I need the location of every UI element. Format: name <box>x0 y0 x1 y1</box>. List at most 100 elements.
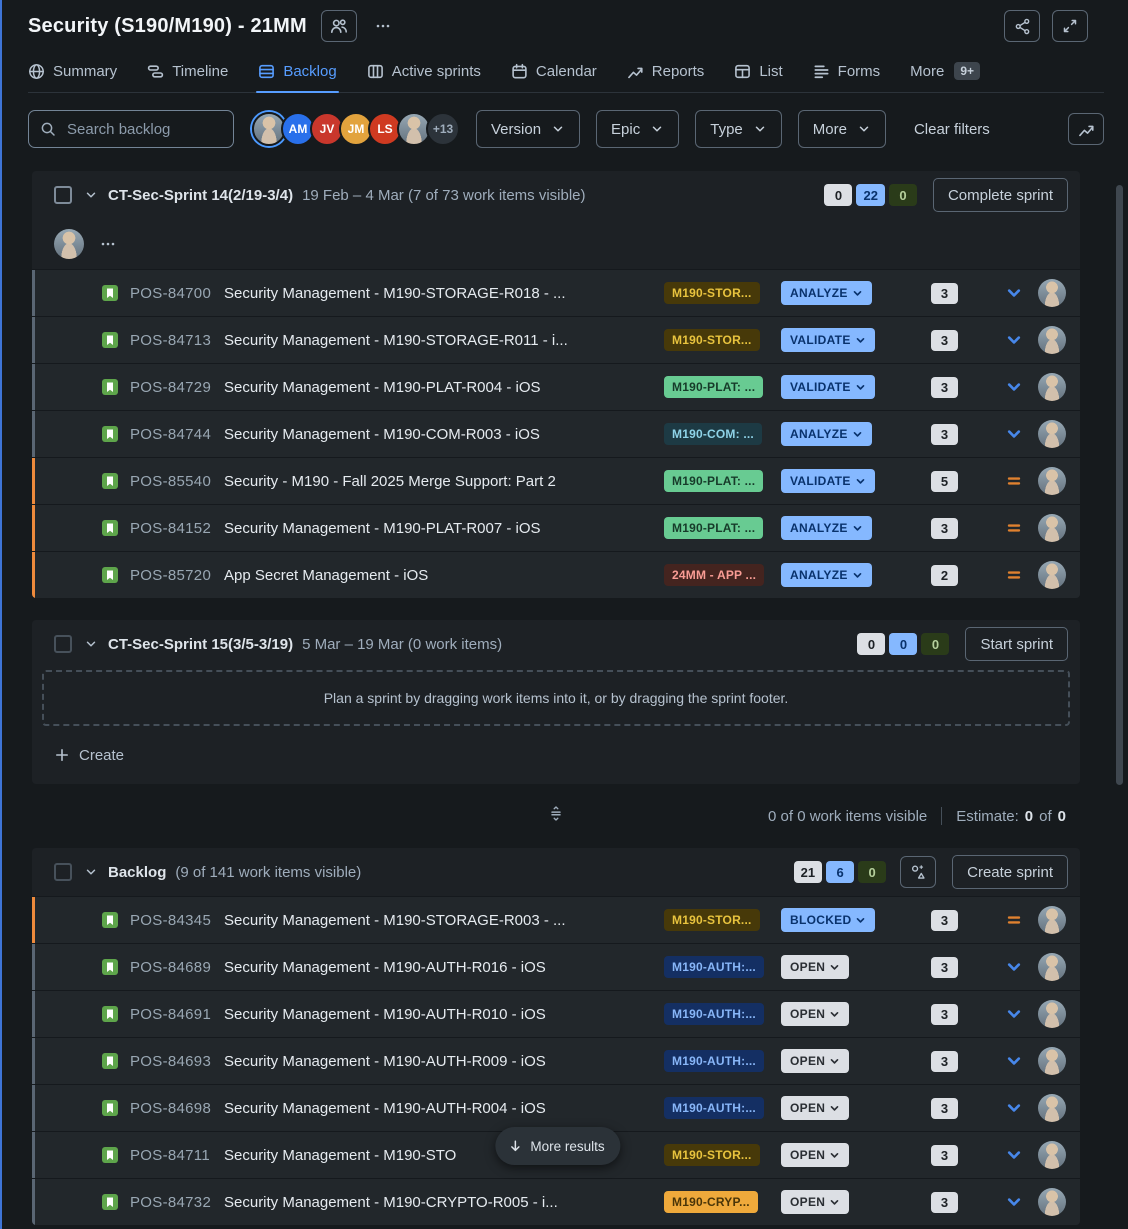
status-dropdown[interactable]: VALIDATE <box>781 375 875 399</box>
epic-tag[interactable]: M190-CRYP... <box>664 1191 758 1213</box>
tab-reports[interactable]: Reports <box>627 50 705 92</box>
avatar-overflow-count[interactable]: +13 <box>426 112 460 146</box>
collapse-sprint-button[interactable] <box>84 637 98 651</box>
status-dropdown[interactable]: VALIDATE <box>781 328 875 352</box>
assignee-avatar[interactable] <box>1038 420 1066 448</box>
shapes-button[interactable] <box>900 856 936 888</box>
status-dropdown[interactable]: OPEN <box>781 1002 849 1026</box>
status-dropdown[interactable]: VALIDATE <box>781 469 875 493</box>
epic-tag[interactable]: M190-AUTH:... <box>664 956 764 978</box>
issue-row[interactable]: POS-85540Security - M190 - Fall 2025 Mer… <box>32 457 1080 504</box>
epic-tag[interactable]: M190-STOR... <box>664 909 760 931</box>
drag-handle[interactable] <box>546 805 566 828</box>
status-dropdown[interactable]: ANALYZE <box>781 516 872 540</box>
issue-row[interactable]: POS-84689Security Management - M190-AUTH… <box>32 943 1080 990</box>
complete-sprint-button[interactable]: Complete sprint <box>933 178 1068 212</box>
assignee-avatar[interactable] <box>1038 1047 1066 1075</box>
issue-title[interactable]: Security Management - M190-COM-R003 - iO… <box>224 426 656 443</box>
tab-calendar[interactable]: Calendar <box>511 50 597 92</box>
more-filter-dropdown[interactable]: More <box>798 110 886 148</box>
issue-title[interactable]: Security Management - M190-STORAGE-R018 … <box>224 285 656 302</box>
story-points-badge[interactable]: 3 <box>931 1145 958 1166</box>
status-dropdown[interactable]: OPEN <box>781 1143 849 1167</box>
assignee-avatar[interactable] <box>1038 373 1066 401</box>
assignee-avatar[interactable] <box>1038 561 1066 589</box>
swimlane-more-icon[interactable] <box>100 236 116 252</box>
tab-list[interactable]: List <box>734 50 782 92</box>
status-dropdown[interactable]: ANALYZE <box>781 281 872 305</box>
sprint-name[interactable]: CT-Sec-Sprint 14(2/19-3/4) <box>108 187 293 204</box>
swimlane-avatar[interactable] <box>54 229 84 259</box>
collapse-sprint-button[interactable] <box>84 188 98 202</box>
epic-tag[interactable]: M190-PLAT: ... <box>664 470 763 492</box>
project-more-button[interactable] <box>375 18 391 34</box>
issue-row[interactable]: POS-84744Security Management - M190-COM-… <box>32 410 1080 457</box>
clear-filters-button[interactable]: Clear filters <box>908 120 996 139</box>
story-points-badge[interactable]: 3 <box>931 1098 958 1119</box>
epic-tag[interactable]: M190-AUTH:... <box>664 1097 764 1119</box>
start-sprint-button[interactable]: Start sprint <box>965 627 1068 661</box>
issue-title[interactable]: Security Management - M190-STORAGE-R003 … <box>224 912 656 929</box>
search-backlog[interactable] <box>28 110 234 148</box>
epic-tag[interactable]: M190-AUTH:... <box>664 1003 764 1025</box>
assignee-avatar[interactable] <box>1038 1000 1066 1028</box>
tab-active-sprints[interactable]: Active sprints <box>367 50 481 92</box>
version-filter-dropdown[interactable]: Version <box>476 110 580 148</box>
sprint-select-checkbox[interactable] <box>54 635 72 653</box>
story-points-badge[interactable]: 5 <box>931 471 958 492</box>
story-points-badge[interactable]: 3 <box>931 330 958 351</box>
fullscreen-button[interactable] <box>1052 10 1088 42</box>
story-points-badge[interactable]: 3 <box>931 518 958 539</box>
issue-title[interactable]: Security - M190 - Fall 2025 Merge Suppor… <box>224 473 656 490</box>
issue-row[interactable]: POS-84732Security Management - M190-CRYP… <box>32 1178 1080 1225</box>
story-points-badge[interactable]: 3 <box>931 283 958 304</box>
assignee-avatar[interactable] <box>1038 279 1066 307</box>
issue-row[interactable]: POS-84345Security Management - M190-STOR… <box>32 896 1080 943</box>
assignee-avatar[interactable] <box>1038 906 1066 934</box>
epic-filter-dropdown[interactable]: Epic <box>596 110 679 148</box>
insights-button[interactable] <box>1068 113 1104 145</box>
tab-forms[interactable]: Forms <box>813 50 881 92</box>
epic-tag[interactable]: M190-STOR... <box>664 282 760 304</box>
more-results-button[interactable]: More results <box>495 1127 620 1165</box>
issue-row[interactable]: POS-84691Security Management - M190-AUTH… <box>32 990 1080 1037</box>
assignee-avatar[interactable] <box>1038 1094 1066 1122</box>
backlog-name[interactable]: Backlog <box>108 864 166 881</box>
status-dropdown[interactable]: ANALYZE <box>781 422 872 446</box>
story-points-badge[interactable]: 3 <box>931 1192 958 1213</box>
epic-tag[interactable]: M190-AUTH:... <box>664 1050 764 1072</box>
epic-tag[interactable]: M190-PLAT: ... <box>664 376 763 398</box>
status-dropdown[interactable]: OPEN <box>781 1190 849 1214</box>
issue-title[interactable]: App Secret Management - iOS <box>224 567 656 584</box>
story-points-badge[interactable]: 3 <box>931 957 958 978</box>
issue-title[interactable]: Security Management - M190-STORAGE-R011 … <box>224 332 656 349</box>
issue-title[interactable]: Security Management - M190-PLAT-R004 - i… <box>224 379 656 396</box>
status-dropdown[interactable]: BLOCKED <box>781 908 875 932</box>
share-button[interactable] <box>1004 10 1040 42</box>
status-dropdown[interactable]: OPEN <box>781 955 849 979</box>
issue-row[interactable]: POS-84729Security Management - M190-PLAT… <box>32 363 1080 410</box>
story-points-badge[interactable]: 3 <box>931 377 958 398</box>
issue-title[interactable]: Security Management - M190-CRYPTO-R005 -… <box>224 1194 656 1211</box>
status-dropdown[interactable]: ANALYZE <box>781 563 872 587</box>
search-input[interactable] <box>65 120 222 139</box>
epic-tag[interactable]: M190-STOR... <box>664 329 760 351</box>
epic-tag[interactable]: M190-STOR... <box>664 1144 760 1166</box>
tab-backlog[interactable]: Backlog <box>258 50 336 92</box>
vertical-scrollbar[interactable] <box>1116 185 1123 785</box>
issue-row[interactable]: POS-84152Security Management - M190-PLAT… <box>32 504 1080 551</box>
status-dropdown[interactable]: OPEN <box>781 1049 849 1073</box>
assignee-avatar[interactable] <box>1038 514 1066 542</box>
issue-title[interactable]: Security Management - M190-AUTH-R004 - i… <box>224 1100 656 1117</box>
epic-tag[interactable]: M190-PLAT: ... <box>664 517 763 539</box>
issue-title[interactable]: Security Management - M190-AUTH-R010 - i… <box>224 1006 656 1023</box>
sprint-name[interactable]: CT-Sec-Sprint 15(3/5-3/19) <box>108 636 293 653</box>
epic-tag[interactable]: 24MM - APP ... <box>664 564 764 586</box>
story-points-badge[interactable]: 3 <box>931 424 958 445</box>
backlog-select-checkbox[interactable] <box>54 863 72 881</box>
epic-tag[interactable]: M190-COM: ... <box>664 423 762 445</box>
tab-more[interactable]: More9+ <box>910 50 980 92</box>
issue-row[interactable]: POS-85720App Secret Management - iOS24MM… <box>32 551 1080 598</box>
issue-title[interactable]: Security Management - M190-PLAT-R007 - i… <box>224 520 656 537</box>
create-issue-button[interactable]: Create <box>32 726 1080 784</box>
